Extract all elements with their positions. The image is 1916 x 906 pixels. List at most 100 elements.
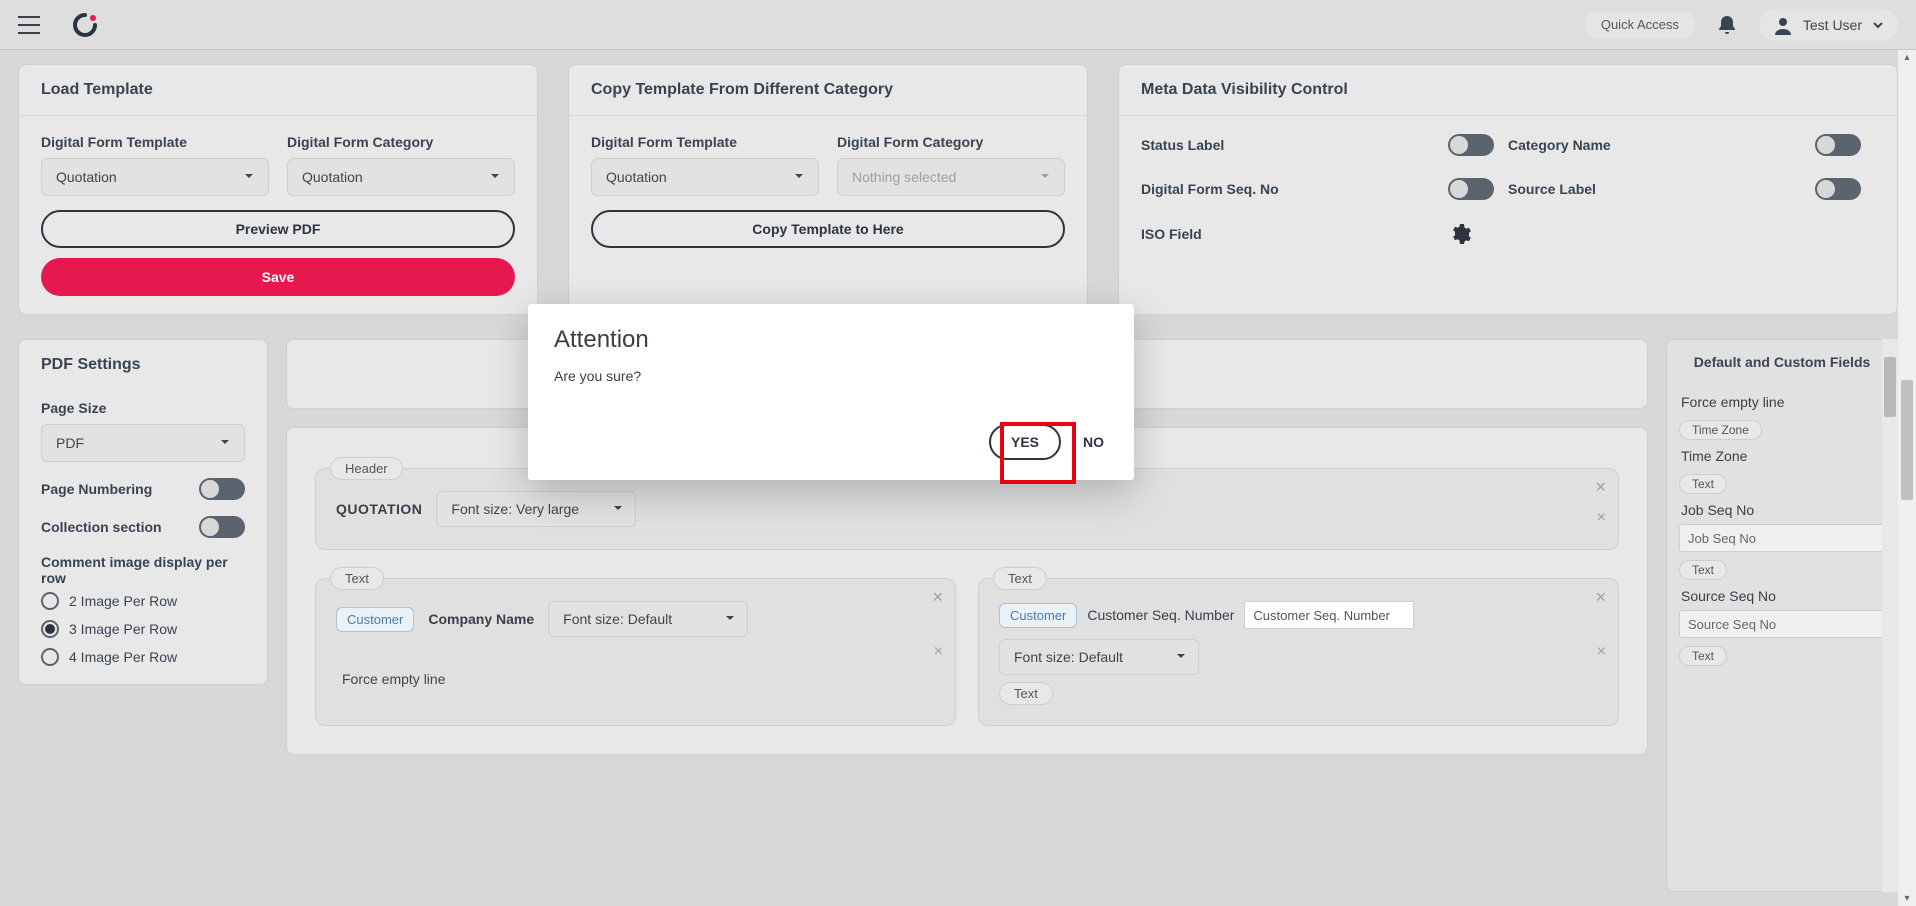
page-size-value: PDF (56, 435, 84, 451)
meta-category-toggle[interactable] (1815, 134, 1861, 156)
user-menu[interactable]: Test User (1759, 9, 1898, 41)
copy-template-category-select[interactable]: Nothing selected (837, 158, 1065, 196)
caret-icon (613, 503, 623, 513)
header-font-select[interactable]: Font size: Very large (436, 491, 636, 527)
customer-chip[interactable]: Customer (336, 607, 414, 632)
close-icon[interactable]: × (1597, 509, 1606, 527)
caret-icon (794, 171, 804, 181)
company-font-select[interactable]: Font size: Default (548, 601, 748, 637)
quotation-title: QUOTATION (336, 501, 422, 517)
header-block[interactable]: Header × × QUOTATION Font size: Very lar… (315, 468, 1619, 550)
load-template-category-label: Digital Form Category (287, 134, 515, 150)
meta-status-label: Status Label (1141, 137, 1448, 153)
meta-iso-field: ISO Field (1141, 226, 1448, 242)
fields-panel-title: Default and Custom Fields (1679, 354, 1885, 370)
radio-label: 2 Image Per Row (69, 593, 177, 609)
chevron-down-icon (1872, 19, 1884, 31)
preview-pdf-button[interactable]: Preview PDF (41, 210, 515, 248)
scroll-up-icon[interactable]: ▴ (1898, 52, 1916, 63)
load-template-template-label: Digital Form Template (41, 134, 269, 150)
save-button[interactable]: Save (41, 258, 515, 296)
caret-icon (1040, 171, 1050, 181)
gear-icon[interactable] (1448, 222, 1508, 246)
load-template-title: Load Template (19, 65, 537, 116)
copy-template-template-label: Digital Form Template (591, 134, 819, 150)
attention-modal: Attention Are you sure? YES NO (528, 304, 1134, 480)
caret-icon (1176, 651, 1186, 661)
close-icon[interactable]: × (932, 587, 943, 608)
text-block-customer-seq[interactable]: Text × × Customer Customer Seq. Number F… (978, 578, 1619, 726)
modal-yes-button[interactable]: YES (989, 424, 1061, 460)
copy-template-template-value: Quotation (606, 169, 667, 185)
caret-icon (725, 613, 735, 623)
app-logo[interactable] (72, 12, 98, 38)
copy-template-category-label: Digital Form Category (837, 134, 1065, 150)
modal-no-button[interactable]: NO (1079, 426, 1108, 458)
radio-3-per-row[interactable]: 3 Image Per Row (41, 620, 245, 638)
modal-title: Attention (554, 326, 1108, 354)
page-size-select[interactable]: PDF (41, 424, 245, 462)
meta-seq-toggle[interactable] (1448, 178, 1494, 200)
close-icon[interactable]: × (1597, 643, 1606, 661)
close-icon[interactable]: × (1595, 587, 1606, 608)
image-per-row-radio-group: 2 Image Per Row 3 Image Per Row 4 Image … (41, 592, 245, 666)
meta-status-toggle[interactable] (1448, 134, 1494, 156)
radio-2-per-row[interactable]: 2 Image Per Row (41, 592, 245, 610)
page-scrollbar[interactable]: ▴ ▾ (1898, 50, 1916, 906)
close-icon[interactable]: × (1595, 477, 1606, 498)
pdf-settings-title: PDF Settings (19, 340, 267, 382)
font-value: Font size: Default (1014, 649, 1123, 665)
meta-category-name: Category Name (1508, 137, 1815, 153)
radio-label: 4 Image Per Row (69, 649, 177, 665)
caret-icon (490, 171, 500, 181)
font-value: Font size: Default (563, 611, 672, 627)
field-job-seq[interactable]: Job Seq No (1679, 494, 1885, 520)
field-force-empty[interactable]: Force empty line (1679, 386, 1885, 412)
scroll-down-icon[interactable]: ▾ (1898, 893, 1916, 904)
field-source-seq-input[interactable] (1679, 610, 1885, 638)
field-timezone[interactable]: Time Zone (1679, 440, 1885, 466)
fields-panel: Default and Custom Fields Force empty li… (1666, 339, 1898, 892)
text-tag: Text (1679, 474, 1727, 494)
customer-chip[interactable]: Customer (999, 603, 1077, 628)
text-tag: Text (1679, 646, 1727, 666)
caret-icon (244, 171, 254, 181)
text-tag: Text (993, 567, 1047, 590)
pdf-settings-card: PDF Settings Page Size PDF Page Numberin… (18, 339, 268, 685)
top-cards-row: Load Template Digital Form Template Quot… (18, 64, 1898, 315)
company-name-label: Company Name (428, 611, 534, 627)
load-template-card: Load Template Digital Form Template Quot… (18, 64, 538, 315)
notifications-icon[interactable] (1717, 14, 1737, 36)
text-tag: Text (330, 567, 384, 590)
seq-font-select[interactable]: Font size: Default (999, 639, 1199, 675)
topbar: Quick Access Test User (0, 0, 1916, 50)
customer-seq-label: Customer Seq. Number (1087, 607, 1234, 623)
modal-body: Are you sure? (554, 368, 1108, 384)
header-tag: Header (330, 457, 403, 480)
menu-icon[interactable] (18, 16, 40, 34)
close-icon[interactable]: × (934, 643, 943, 661)
load-template-category-select[interactable]: Quotation (287, 158, 515, 196)
collection-section-toggle[interactable] (199, 516, 245, 538)
page-numbering-toggle[interactable] (199, 478, 245, 500)
field-job-seq-input[interactable] (1679, 524, 1885, 552)
collection-section-label: Collection section (41, 519, 162, 535)
comment-heading: Comment image display per row (41, 554, 245, 586)
customer-seq-input[interactable] (1244, 601, 1414, 629)
caret-icon (220, 437, 230, 447)
copy-template-card: Copy Template From Different Category Di… (568, 64, 1088, 315)
text-block-company[interactable]: Text × × Customer Company Name Font size… (315, 578, 956, 726)
fields-scrollbar[interactable] (1882, 339, 1898, 892)
meta-source-toggle[interactable] (1815, 178, 1861, 200)
quick-access-button[interactable]: Quick Access (1585, 11, 1695, 38)
meta-data-title: Meta Data Visibility Control (1119, 65, 1897, 116)
load-template-template-select[interactable]: Quotation (41, 158, 269, 196)
page-numbering-label: Page Numbering (41, 481, 152, 497)
text-tag: Text (999, 682, 1053, 705)
force-empty-line[interactable]: Force empty line (336, 671, 935, 687)
copy-template-button[interactable]: Copy Template to Here (591, 210, 1065, 248)
copy-template-category-value: Nothing selected (852, 169, 956, 185)
copy-template-template-select[interactable]: Quotation (591, 158, 819, 196)
field-source-seq[interactable]: Source Seq No (1679, 580, 1885, 606)
radio-4-per-row[interactable]: 4 Image Per Row (41, 648, 245, 666)
